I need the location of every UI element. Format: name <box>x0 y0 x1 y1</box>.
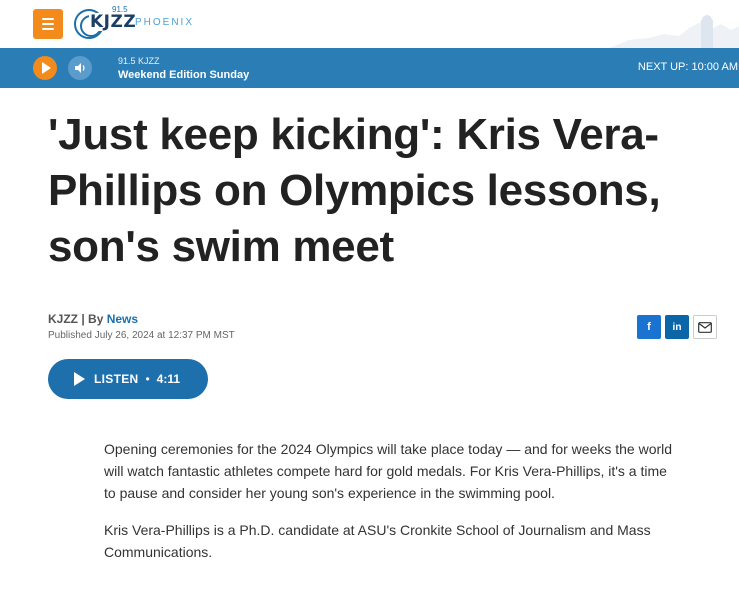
article-paragraph: Kris Vera-Phillips is a Ph.D. candidate … <box>104 522 651 560</box>
article-paragraph: Opening ceremonies for the 2024 Olympics… <box>104 441 673 501</box>
published-date: Published July 26, 2024 at 12:37 PM MST <box>48 330 235 341</box>
live-player-bar: 91.5 KJZZ Weekend Edition Sunday NEXT UP… <box>0 48 739 88</box>
skyline-graphic <box>609 15 739 48</box>
listen-separator: • <box>145 372 150 386</box>
play-icon[interactable] <box>33 56 57 80</box>
menu-button[interactable] <box>33 9 63 39</box>
linkedin-glyph: in <box>672 321 682 333</box>
facebook-glyph: f <box>647 321 651 333</box>
menu-icon-line <box>42 23 54 25</box>
facebook-icon[interactable]: f <box>637 315 661 339</box>
current-show[interactable]: Weekend Edition Sunday <box>118 69 249 81</box>
play-icon <box>74 372 85 386</box>
byline-separator: | By <box>78 312 107 326</box>
article-headline: 'Just keep kicking': Kris Vera-Phillips … <box>48 110 661 271</box>
byline-org: KJZZ <box>48 312 78 326</box>
envelope-glyph <box>698 321 712 333</box>
station-name: 91.5 KJZZ <box>118 56 160 66</box>
menu-icon-line <box>42 28 54 30</box>
kjzz-logo[interactable]: 91.5 KJZZ PHOENIX <box>74 5 192 40</box>
logo-city: PHOENIX <box>135 17 195 28</box>
site-header: 91.5 KJZZ PHOENIX <box>0 0 739 48</box>
byline: KJZZ | By News <box>48 312 138 326</box>
listen-button[interactable]: LISTEN • 4:11 <box>48 359 208 399</box>
next-up-label[interactable]: NEXT UP: 10:00 AM <box>638 61 738 74</box>
logo-wordmark: KJZZ <box>89 12 138 32</box>
menu-icon-line <box>42 18 54 20</box>
email-icon[interactable] <box>693 315 717 339</box>
byline-author-link[interactable]: News <box>107 312 138 326</box>
linkedin-icon[interactable]: in <box>665 315 689 339</box>
listen-label: LISTEN <box>94 372 139 386</box>
volume-icon <box>75 63 85 73</box>
listen-duration: 4:11 <box>156 372 181 386</box>
volume-button[interactable] <box>68 56 92 80</box>
